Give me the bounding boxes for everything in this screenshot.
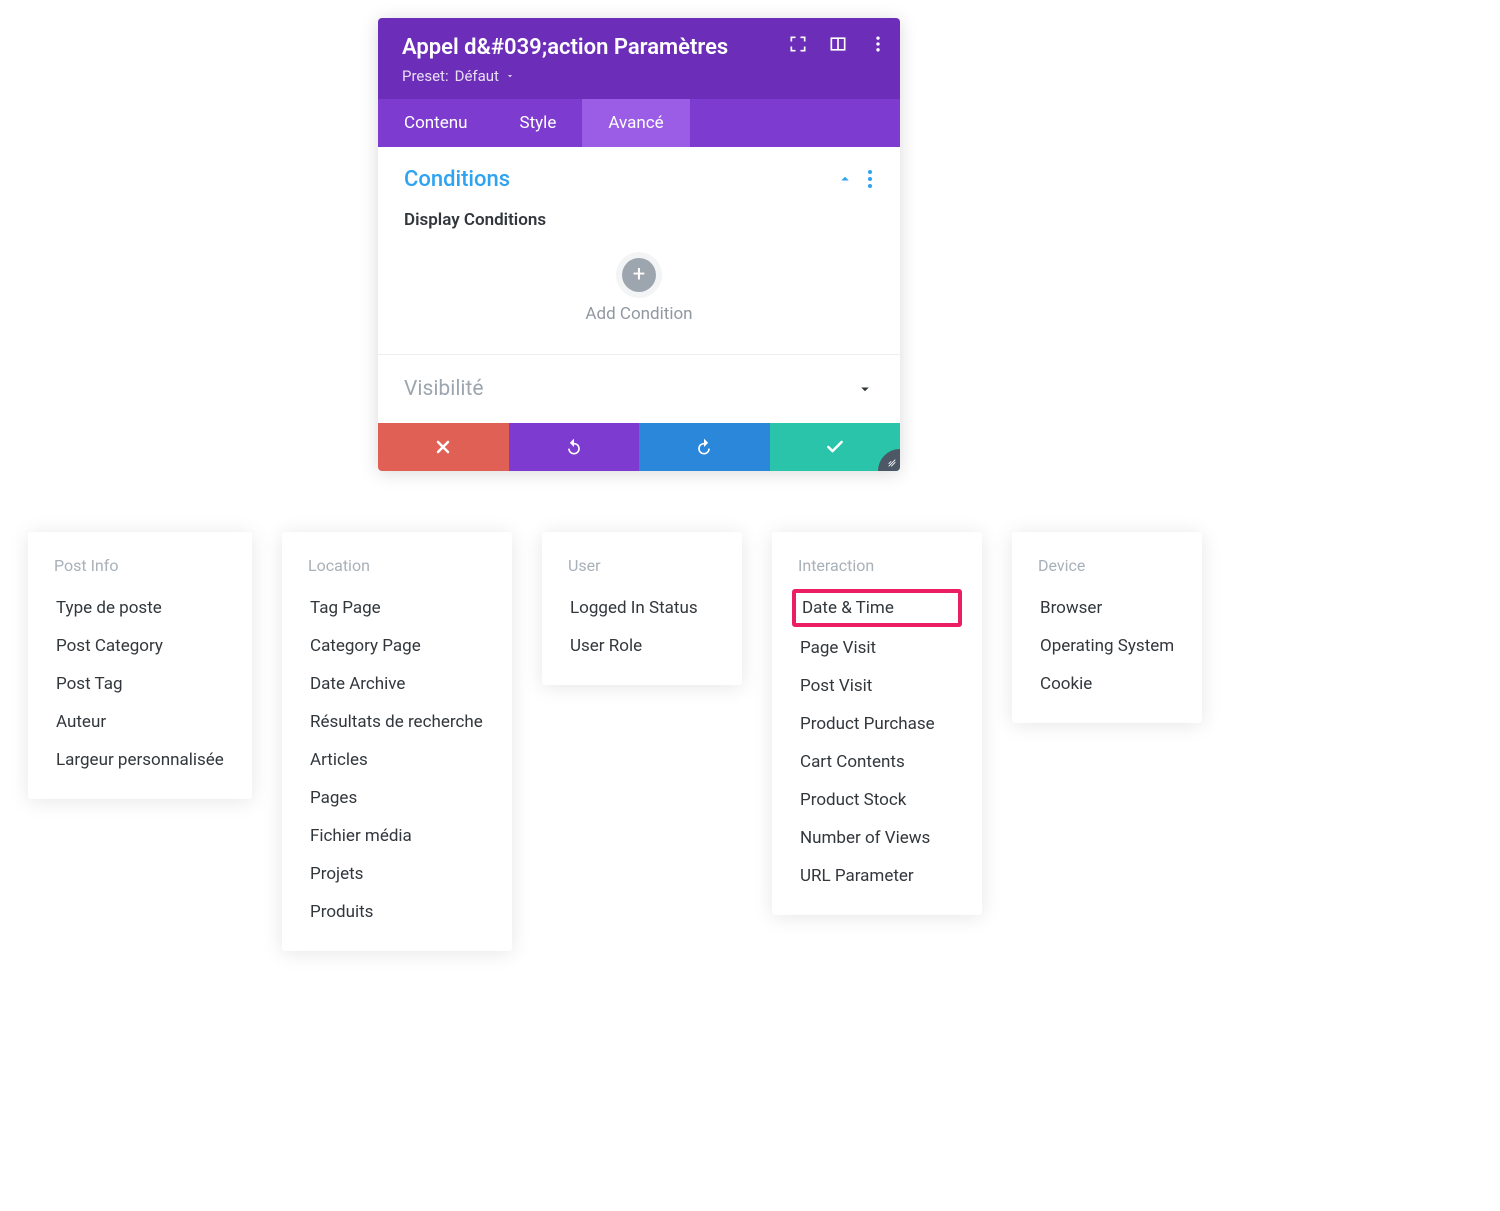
list-item[interactable]: User Role bbox=[564, 627, 720, 665]
tab-style[interactable]: Style bbox=[493, 99, 582, 147]
redo-button[interactable] bbox=[639, 423, 770, 471]
kebab-icon[interactable] bbox=[868, 34, 888, 54]
card-title: Device bbox=[1038, 556, 1180, 575]
tabs: Contenu Style Avancé bbox=[378, 99, 900, 147]
add-condition-label: Add Condition bbox=[404, 304, 874, 324]
list-item[interactable]: Résultats de recherche bbox=[304, 703, 490, 741]
section-kebab-icon[interactable] bbox=[868, 170, 874, 188]
undo-button[interactable] bbox=[509, 423, 640, 471]
list-item[interactable]: Logged In Status bbox=[564, 589, 720, 627]
list-item[interactable]: Post Tag bbox=[50, 665, 230, 703]
footer-bar bbox=[378, 423, 900, 471]
add-condition-button[interactable]: + bbox=[622, 258, 656, 292]
visibility-title: Visibilité bbox=[404, 377, 484, 401]
list-item[interactable]: Operating System bbox=[1034, 627, 1180, 665]
list-item[interactable]: Tag Page bbox=[304, 589, 490, 627]
list-item[interactable]: Number of Views bbox=[794, 819, 960, 857]
tab-advanced[interactable]: Avancé bbox=[582, 99, 689, 147]
list-item[interactable]: URL Parameter bbox=[794, 857, 960, 895]
preset-prefix: Preset: bbox=[402, 67, 449, 85]
card-title: Post Info bbox=[54, 556, 230, 575]
tab-content[interactable]: Contenu bbox=[378, 99, 493, 147]
list-item[interactable]: Articles bbox=[304, 741, 490, 779]
preset-value: Défaut bbox=[455, 67, 499, 85]
list-item[interactable]: Date & Time bbox=[792, 589, 962, 627]
list-item[interactable]: Produits bbox=[304, 893, 490, 931]
columns-icon[interactable] bbox=[828, 34, 848, 54]
card-title: Location bbox=[308, 556, 490, 575]
card-title: User bbox=[568, 556, 720, 575]
expand-icon[interactable] bbox=[788, 34, 808, 54]
preset-row[interactable]: Preset: Défaut bbox=[402, 67, 876, 85]
list-item[interactable]: Fichier média bbox=[304, 817, 490, 855]
card-post-info: Post Info Type de postePost CategoryPost… bbox=[28, 532, 252, 799]
list-item[interactable]: Page Visit bbox=[794, 629, 960, 667]
settings-panel: Appel d&#039;action Paramètres Preset: D… bbox=[378, 18, 900, 471]
list-item[interactable]: Product Purchase bbox=[794, 705, 960, 743]
list-item[interactable]: Post Visit bbox=[794, 667, 960, 705]
list-item[interactable]: Pages bbox=[304, 779, 490, 817]
display-conditions-label: Display Conditions bbox=[404, 210, 874, 230]
card-location: Location Tag PageCategory PageDate Archi… bbox=[282, 532, 512, 951]
condition-groups: Post Info Type de postePost CategoryPost… bbox=[28, 532, 1202, 951]
list-item[interactable]: Post Category bbox=[50, 627, 230, 665]
conditions-title[interactable]: Conditions bbox=[404, 167, 510, 192]
chevron-down-icon bbox=[856, 380, 874, 398]
list-item[interactable]: Date Archive bbox=[304, 665, 490, 703]
card-user: User Logged In StatusUser Role bbox=[542, 532, 742, 685]
list-item[interactable]: Cookie bbox=[1034, 665, 1180, 703]
card-title: Interaction bbox=[798, 556, 960, 575]
list-item[interactable]: Cart Contents bbox=[794, 743, 960, 781]
list-item[interactable]: Category Page bbox=[304, 627, 490, 665]
panel-header: Appel d&#039;action Paramètres Preset: D… bbox=[378, 18, 900, 99]
list-item[interactable]: Product Stock bbox=[794, 781, 960, 819]
list-item[interactable]: Browser bbox=[1034, 589, 1180, 627]
card-device: Device BrowserOperating SystemCookie bbox=[1012, 532, 1202, 723]
list-item[interactable]: Largeur personnalisée bbox=[50, 741, 230, 779]
list-item[interactable]: Projets bbox=[304, 855, 490, 893]
card-interaction: Interaction Date & TimePage VisitPost Vi… bbox=[772, 532, 982, 915]
visibility-section[interactable]: Visibilité bbox=[378, 355, 900, 423]
cancel-button[interactable] bbox=[378, 423, 509, 471]
list-item[interactable]: Type de poste bbox=[50, 589, 230, 627]
chevron-up-icon[interactable] bbox=[836, 170, 854, 188]
list-item[interactable]: Auteur bbox=[50, 703, 230, 741]
caret-down-icon bbox=[505, 67, 515, 85]
conditions-section: Conditions Display Conditions + Add Cond… bbox=[378, 147, 900, 355]
